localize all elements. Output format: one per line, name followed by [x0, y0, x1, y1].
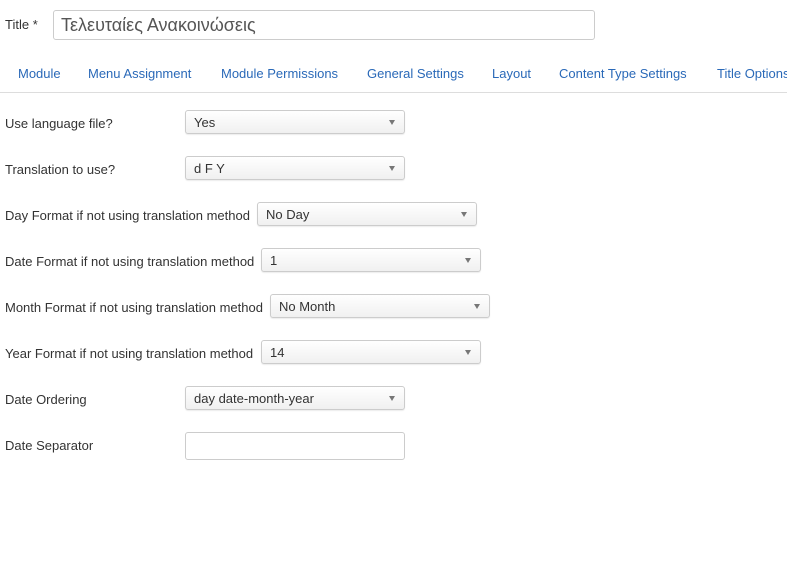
tab-menu-assignment[interactable]: Menu Assignment — [88, 66, 191, 81]
select-value: 14 — [270, 345, 285, 360]
year-format-label: Year Format if not using translation met… — [5, 346, 254, 361]
date-ordering-label: Date Ordering — [5, 392, 87, 407]
month-format-label: Month Format if not using translation me… — [5, 300, 263, 315]
select-value: day date-month-year — [194, 391, 314, 406]
date-ordering-select[interactable]: day date-month-year — [185, 386, 405, 410]
day-format-select[interactable]: No Day — [257, 202, 477, 226]
triangle-down-icon — [465, 350, 471, 355]
date-format-select[interactable]: 1 — [261, 248, 481, 272]
translation-to-use-select[interactable]: d F Y — [185, 156, 405, 180]
month-format-select[interactable]: No Month — [270, 294, 490, 318]
tab-module-permissions[interactable]: Module Permissions — [221, 66, 338, 81]
title-input[interactable] — [53, 10, 595, 40]
triangle-down-icon — [389, 120, 395, 125]
tab-general-settings[interactable]: General Settings — [367, 66, 464, 81]
select-value: d F Y — [194, 161, 225, 176]
triangle-down-icon — [461, 212, 467, 217]
year-format-select[interactable]: 14 — [261, 340, 481, 364]
tab-bar: Module Menu Assignment Module Permission… — [0, 56, 787, 93]
triangle-down-icon — [389, 166, 395, 171]
use-language-file-select[interactable]: Yes — [185, 110, 405, 134]
triangle-down-icon — [474, 304, 480, 309]
title-label: Title * — [5, 17, 38, 32]
tab-module[interactable]: Module — [18, 66, 61, 81]
day-format-label: Day Format if not using translation meth… — [5, 208, 250, 223]
date-separator-input[interactable] — [185, 432, 405, 460]
select-value: No Month — [279, 299, 336, 314]
triangle-down-icon — [465, 258, 471, 263]
tab-layout[interactable]: Layout — [492, 66, 531, 81]
tab-title-options[interactable]: Title Options — [717, 66, 787, 81]
translation-to-use-label: Translation to use? — [5, 162, 116, 177]
use-language-file-label: Use language file? — [5, 116, 113, 131]
select-value: 1 — [270, 253, 278, 268]
select-value: Yes — [194, 115, 216, 130]
select-value: No Day — [266, 207, 310, 222]
tab-content-type-settings[interactable]: Content Type Settings — [559, 66, 687, 81]
date-separator-label: Date Separator — [5, 438, 94, 453]
date-format-label: Date Format if not using translation met… — [5, 254, 255, 269]
triangle-down-icon — [389, 396, 395, 401]
